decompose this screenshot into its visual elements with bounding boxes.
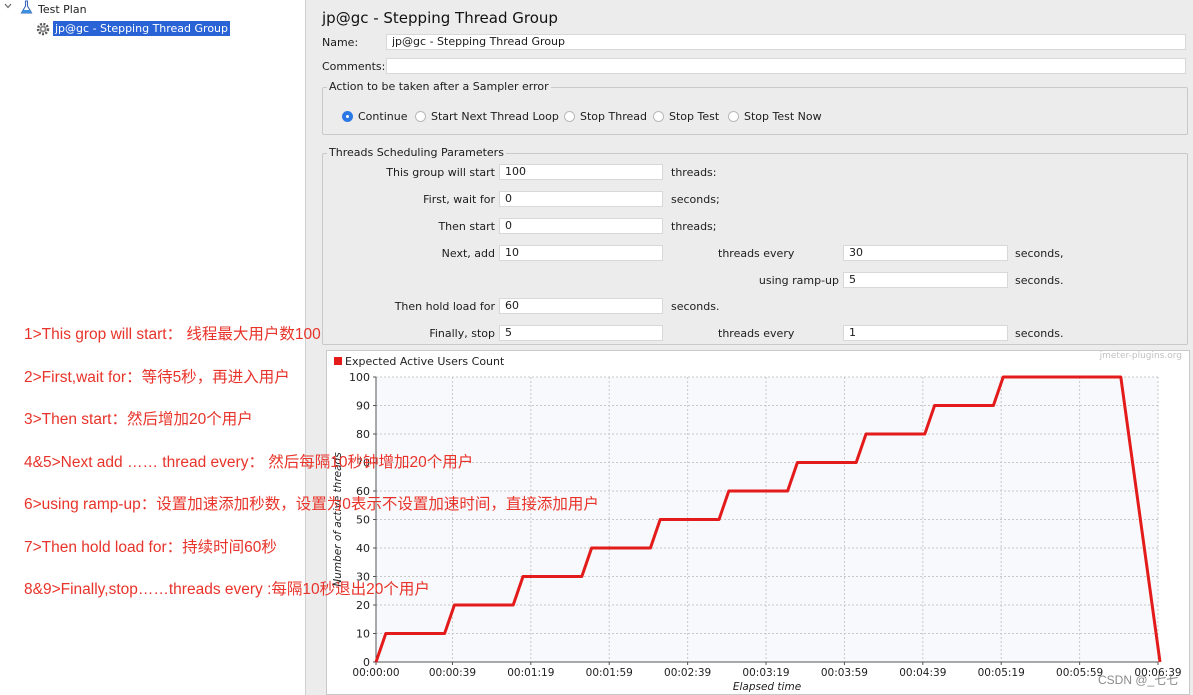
annotation-3: 3>Then start：然后增加20个用户 xyxy=(24,411,253,428)
radio-stop-test-label: Stop Test xyxy=(669,109,720,123)
y-tick-label: 90 xyxy=(356,400,370,413)
this-group-will-start-input[interactable] xyxy=(499,164,663,180)
y-tick-label: 20 xyxy=(356,599,370,612)
plugins-watermark: jmeter-plugins.org xyxy=(1099,351,1182,361)
radio-stop-test-now-label: Stop Test Now xyxy=(744,109,822,123)
x-axis-label: Elapsed time xyxy=(733,681,801,693)
annotation-5: 6>using ramp-up：设置加速添加秒数，设置为0表示不设置加速时间，直… xyxy=(24,496,599,513)
page-title: jp@gc - Stepping Thread Group xyxy=(322,9,558,27)
ramp-up-input[interactable] xyxy=(843,272,1008,288)
annotation-6: 7>Then hold load for：持续时间60秒 xyxy=(24,539,277,556)
chart-svg: 010203040506070809010000:00:00 00:00:39 00… xyxy=(332,351,1182,693)
annotation-4: 4&5>Next add …… thread every： 然后每隔10秒钟增加… xyxy=(24,454,474,471)
finally-stop-label: Finally, stop xyxy=(429,327,495,340)
hold-load-unit: seconds. xyxy=(671,300,720,313)
hold-load-label: Then hold load for xyxy=(394,300,495,313)
x-tick-label: 00:00:00 xyxy=(352,667,399,679)
radio-stop-test-dot[interactable] xyxy=(653,110,664,122)
next-add-threads-every-label: threads every xyxy=(718,247,795,260)
test-plan-flask-icon xyxy=(20,0,33,14)
then-start-input[interactable] xyxy=(499,218,663,234)
annotation-2: 2>First,wait for：等待5秒，再进入用户 xyxy=(24,369,290,386)
radio-start-next-thread-loop-label: Start Next Thread Loop xyxy=(431,109,559,123)
y-axis-label: Number of active threads xyxy=(332,452,344,587)
x-tick-label: 00:03:59 xyxy=(821,667,868,679)
radio-start-next-thread-loop[interactable]: Start Next Thread Loop xyxy=(415,109,559,123)
y-tick-label: 80 xyxy=(356,428,370,441)
comments-label: Comments: xyxy=(322,60,386,73)
y-tick-label: 100 xyxy=(349,371,370,384)
finally-stop-threads-every-label: threads every xyxy=(718,327,795,340)
next-add-unit: seconds, xyxy=(1015,247,1064,260)
radio-stop-thread[interactable]: Stop Thread xyxy=(564,109,647,123)
finally-stop-unit: seconds. xyxy=(1015,327,1064,340)
this-group-will-start-unit: threads: xyxy=(671,166,717,179)
comments-field[interactable] xyxy=(386,58,1186,74)
radio-stop-test-now-dot[interactable] xyxy=(728,110,739,122)
then-start-unit: threads; xyxy=(671,220,717,233)
y-tick-label: 50 xyxy=(356,514,370,527)
x-tick-label: 00:01:19 xyxy=(507,667,554,679)
first-wait-for-input[interactable] xyxy=(499,191,663,207)
next-add-input[interactable] xyxy=(499,245,663,261)
x-tick-label: 00:05:59 xyxy=(1056,667,1103,679)
then-start-label: Then start xyxy=(438,220,495,233)
radio-continue[interactable]: Continue xyxy=(342,109,407,123)
this-group-will-start-label: This group will start xyxy=(386,166,495,179)
y-tick-label: 10 xyxy=(356,628,370,641)
x-tick-label: 00:01:59 xyxy=(586,667,633,679)
legend-label: Expected Active Users Count xyxy=(345,355,505,368)
radio-start-next-thread-loop-dot[interactable] xyxy=(415,110,426,122)
first-wait-for-unit: seconds; xyxy=(671,193,720,206)
sampler-error-group-title: Action to be taken after a Sampler error xyxy=(327,80,551,93)
name-label: Name: xyxy=(322,36,359,49)
x-tick-label: 00:02:39 xyxy=(664,667,711,679)
finally-stop-threads-every-input[interactable] xyxy=(843,325,1008,341)
name-field[interactable] xyxy=(386,34,1186,50)
first-wait-for-label: First, wait for xyxy=(423,193,495,206)
next-add-label: Next, add xyxy=(441,247,495,260)
legend-swatch xyxy=(334,357,342,365)
radio-stop-thread-dot[interactable] xyxy=(564,110,575,122)
tree-item-test-plan[interactable]: Test Plan xyxy=(38,3,87,16)
gear-icon xyxy=(36,22,50,36)
tree-item-stepping-thread-group[interactable]: jp@gc - Stepping Thread Group xyxy=(53,21,231,36)
scheduling-group-title: Threads Scheduling Parameters xyxy=(327,146,506,159)
x-tick-label: 00:04:39 xyxy=(899,667,946,679)
annotation-1: 1>This grop will start： 线程最大用户数100 xyxy=(24,326,321,343)
annotation-7: 8&9>Finally,stop……threads every :每隔10秒退出… xyxy=(24,581,430,598)
thread-group-panel: jp@gc - Stepping Thread Group Name: Comm… xyxy=(306,0,1193,695)
ramp-up-unit: seconds. xyxy=(1015,274,1064,287)
radio-stop-test[interactable]: Stop Test xyxy=(653,109,719,123)
x-tick-label: 00:05:19 xyxy=(978,667,1025,679)
next-add-threads-every-input[interactable] xyxy=(843,245,1008,261)
x-tick-label: 00:00:39 xyxy=(429,667,476,679)
radio-stop-thread-label: Stop Thread xyxy=(580,109,647,123)
expected-users-chart: 0 10 20 30 40 50 60 70 80 90 100 00:00:00 00:00:39 00… xyxy=(326,350,1190,695)
hold-load-input[interactable] xyxy=(499,298,663,314)
ramp-up-label: using ramp-up xyxy=(758,274,839,287)
finally-stop-input[interactable] xyxy=(499,325,663,341)
radio-continue-label: Continue xyxy=(358,109,408,123)
radio-stop-test-now[interactable]: Stop Test Now xyxy=(728,109,822,123)
csdn-watermark: CSDN @_七七 xyxy=(1098,673,1179,687)
y-tick-label: 40 xyxy=(356,542,370,555)
chevron-down-icon[interactable] xyxy=(4,2,12,10)
x-tick-label: 00:03:19 xyxy=(742,667,789,679)
radio-continue-dot[interactable] xyxy=(342,110,353,122)
